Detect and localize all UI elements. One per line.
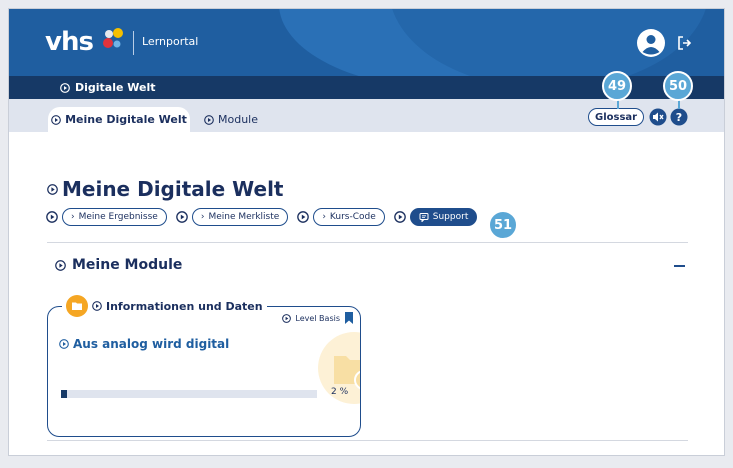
chat-icon [419,213,429,222]
tab-label: Module [218,113,258,126]
play-circle-icon[interactable] [55,259,66,271]
level-indicator: Level Basis [282,312,354,324]
modules-title-text: Meine Module [72,257,183,273]
section-divider [47,440,688,441]
chip-label: Support [432,212,469,222]
play-circle-icon [204,114,214,125]
tab-label: Meine Digitale Welt [65,113,187,126]
level-label: Level Basis [295,313,340,323]
card-category-text: Informationen und Daten [106,299,263,313]
module-card[interactable]: i Level Basis Aus analog wird digital 2 … [47,306,361,437]
tab-module[interactable]: Module [204,113,258,126]
logo-dots-icon [101,26,127,52]
meine-merkliste-button[interactable]: › Meine Merkliste [191,208,289,226]
page-title-text: Meine Digitale Welt [62,177,284,201]
svg-text:?: ? [676,111,682,124]
play-circle-icon[interactable] [176,211,188,223]
progress-label: 2 % [331,387,349,397]
play-circle-icon [51,114,61,125]
collapse-modules-button[interactable] [674,265,685,267]
tab-meine-digitale-welt[interactable]: Meine Digitale Welt [48,107,190,132]
play-circle-icon[interactable] [59,339,69,349]
callout-badge-help: 50 [663,71,693,101]
meine-ergebnisse-button[interactable]: › Meine Ergebnisse [62,208,167,226]
quick-links: › Meine Ergebnisse › Meine Merkliste › K… [46,208,482,226]
chevron-right-icon: › [71,212,75,222]
progress-bar [61,390,317,398]
help-icon[interactable]: ? [670,108,688,126]
app-header: vhs Lernportal [9,9,724,76]
progress-fill [61,390,67,398]
mute-audio-icon[interactable] [649,108,667,126]
callout-badge-support: 51 [488,210,518,240]
logout-icon[interactable] [676,35,692,51]
user-avatar-icon[interactable] [636,28,666,58]
vhs-logo[interactable]: vhs [45,27,94,57]
portal-label: Lernportal [142,35,199,48]
breadcrumb-label: Digitale Welt [75,81,156,94]
chip-label: Kurs-Code [329,212,376,222]
play-circle-icon[interactable] [393,211,406,223]
section-divider [47,242,688,243]
card-category: Informationen und Daten [62,295,267,317]
logo-separator [133,31,134,55]
app-frame: vhs Lernportal Digitale Welt Meine Digit… [8,8,725,456]
card-title[interactable]: Aus analog wird digital [59,337,229,351]
support-button[interactable]: Support [409,208,478,226]
kurs-code-button[interactable]: › Kurs-Code [313,208,385,226]
modules-heading: Meine Module [55,257,182,273]
card-title-text: Aus analog wird digital [73,337,230,351]
glossar-button[interactable]: Glossar [588,108,645,126]
page-title: Meine Digitale Welt [47,177,283,201]
play-circle-icon[interactable] [282,313,292,323]
chip-label: Meine Ergebnisse [78,212,158,222]
play-circle-icon [60,82,70,93]
chip-label: Meine Merkliste [208,212,280,222]
chevron-right-icon: › [322,212,326,222]
callout-badge-glossar: 49 [602,71,632,101]
play-circle-icon[interactable] [46,211,58,223]
chevron-right-icon: › [200,212,205,222]
play-circle-icon[interactable] [297,211,310,223]
breadcrumb[interactable]: Digitale Welt [60,81,156,94]
play-circle-icon[interactable] [92,301,102,311]
bookmark-icon[interactable] [344,312,354,324]
folder-icon [66,295,88,317]
play-circle-icon[interactable] [47,183,58,195]
